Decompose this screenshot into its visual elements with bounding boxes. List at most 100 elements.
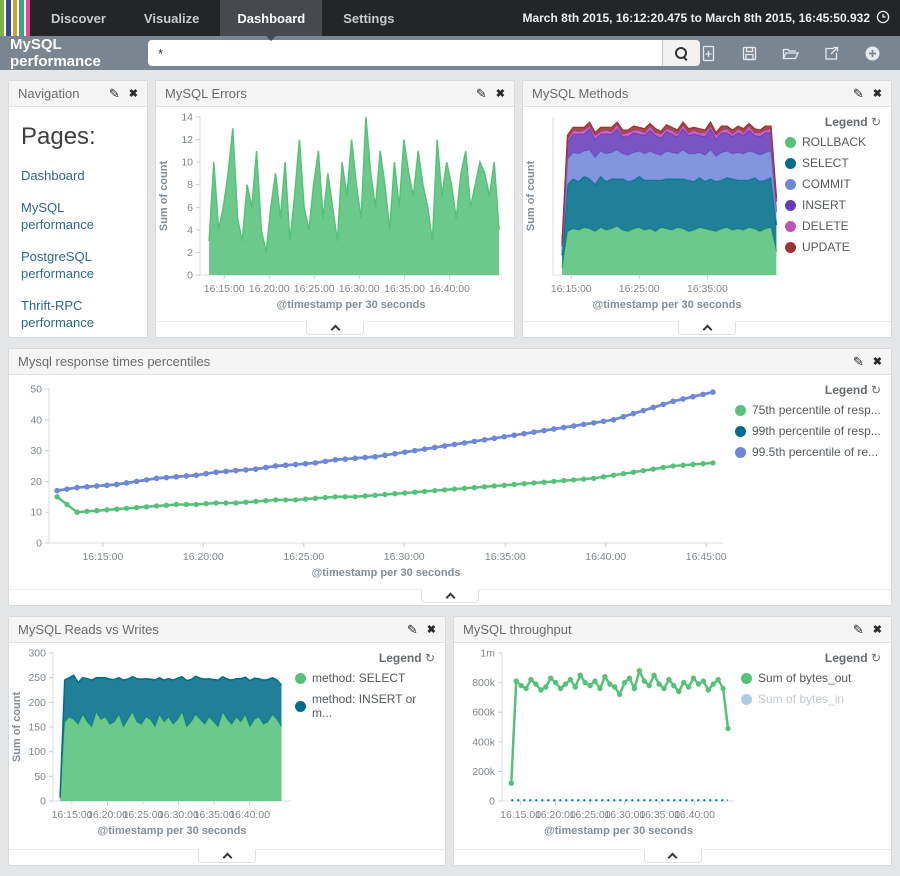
panel-footer bbox=[454, 849, 891, 865]
svg-text:16:40:00: 16:40:00 bbox=[585, 551, 626, 563]
edit-icon[interactable]: ✎ bbox=[407, 622, 418, 638]
nav-tab-label: Dashboard bbox=[237, 11, 305, 26]
page-link-dashboard[interactable]: Dashboard bbox=[21, 167, 135, 185]
close-icon[interactable]: ✖ bbox=[873, 355, 882, 368]
svg-text:16:20:00: 16:20:00 bbox=[183, 551, 224, 563]
legend-dot bbox=[785, 158, 796, 169]
legend-dot bbox=[785, 179, 796, 190]
legend-item[interactable]: 99th percentile of resp... bbox=[735, 424, 881, 438]
svg-text:600k: 600k bbox=[472, 707, 496, 719]
nav-tab-discover[interactable]: Discover bbox=[34, 0, 123, 36]
legend-item[interactable]: COMMIT bbox=[785, 177, 881, 191]
legend-header[interactable]: Legend ↻ bbox=[295, 651, 435, 665]
svg-text:16:35:00: 16:35:00 bbox=[687, 283, 728, 295]
panel-header: Navigation ✎ ✖ bbox=[9, 81, 147, 107]
navigation-content: Pages: Dashboard MySQL performance Postg… bbox=[9, 107, 147, 362]
edit-icon[interactable]: ✎ bbox=[109, 86, 120, 102]
top-navbar: Discover Visualize Dashboard Settings Ma… bbox=[0, 0, 900, 36]
pages-heading: Pages: bbox=[21, 123, 135, 151]
collapse-button[interactable] bbox=[198, 849, 256, 863]
new-dashboard-icon[interactable] bbox=[700, 45, 717, 62]
legend-label: SELECT bbox=[802, 156, 849, 170]
share-dashboard-icon[interactable] bbox=[823, 45, 840, 62]
edit-icon[interactable]: ✎ bbox=[853, 86, 864, 102]
time-range-picker[interactable]: March 8th 2015, 16:12:20.475 to March 8t… bbox=[522, 0, 900, 36]
legend-item[interactable]: UPDATE bbox=[785, 240, 881, 254]
panel-header: MySQL Reads vs Writes ✎ ✖ bbox=[9, 617, 445, 643]
panel-title: Navigation bbox=[18, 86, 79, 101]
svg-text:16:25:00: 16:25:00 bbox=[619, 283, 660, 295]
svg-text:200: 200 bbox=[28, 697, 46, 709]
legend-item[interactable]: 99.5th percentile of re... bbox=[735, 445, 881, 459]
legend-response-percentiles: Legend ↻ 75th percentile of resp... 99th p… bbox=[735, 375, 891, 589]
svg-text:16:20:00: 16:20:00 bbox=[249, 283, 290, 295]
close-icon[interactable]: ✖ bbox=[873, 87, 882, 100]
edit-icon[interactable]: ✎ bbox=[853, 354, 864, 370]
legend-dot bbox=[295, 701, 306, 712]
svg-text:Sum of count: Sum of count bbox=[525, 161, 537, 232]
legend-label: 99th percentile of resp... bbox=[752, 424, 881, 438]
svg-text:300: 300 bbox=[28, 648, 46, 660]
svg-text:Sum of count: Sum of count bbox=[11, 692, 23, 763]
page-link-postgresql-performance[interactable]: PostgreSQL performance bbox=[21, 248, 135, 283]
legend-item[interactable]: Sum of bytes_out bbox=[741, 671, 881, 685]
close-icon[interactable]: ✖ bbox=[129, 87, 138, 100]
chevron-up-icon bbox=[445, 593, 455, 603]
legend-label: method: SELECT bbox=[312, 671, 405, 685]
nav-tab-dashboard[interactable]: Dashboard bbox=[220, 0, 322, 36]
close-icon[interactable]: ✖ bbox=[496, 87, 505, 100]
legend-label: COMMIT bbox=[802, 177, 851, 191]
legend-header[interactable]: Legend ↻ bbox=[735, 383, 881, 397]
svg-text:16:25:00: 16:25:00 bbox=[294, 283, 335, 295]
legend-dot bbox=[785, 137, 796, 148]
svg-text:16:40:00: 16:40:00 bbox=[674, 809, 715, 821]
search-button[interactable] bbox=[662, 40, 700, 66]
legend-header[interactable]: Legend ↻ bbox=[785, 115, 881, 129]
svg-text:200k: 200k bbox=[472, 766, 496, 778]
legend-item[interactable]: method: INSERT or m... bbox=[295, 692, 435, 720]
legend-mysql-methods: Legend ↻ ROLLBACK SELECT COMMIT INSERT DELETE… bbox=[785, 107, 891, 321]
nav-tab-visualize[interactable]: Visualize bbox=[127, 0, 216, 36]
edit-icon[interactable]: ✎ bbox=[853, 622, 864, 638]
legend-label: INSERT bbox=[802, 198, 846, 212]
load-dashboard-icon[interactable] bbox=[782, 45, 799, 62]
save-dashboard-icon[interactable] bbox=[741, 45, 758, 62]
close-icon[interactable]: ✖ bbox=[873, 623, 882, 636]
search-bar bbox=[148, 40, 700, 66]
svg-text:14: 14 bbox=[181, 112, 193, 124]
clock-icon bbox=[876, 10, 890, 27]
legend-item[interactable]: method: SELECT bbox=[295, 671, 435, 685]
dashboard-toolbar: MySQL performance bbox=[0, 36, 900, 70]
nav-tab-settings[interactable]: Settings bbox=[326, 0, 411, 36]
legend-item[interactable]: 75th percentile of resp... bbox=[735, 403, 881, 417]
svg-text:16:40:00: 16:40:00 bbox=[429, 283, 470, 295]
dashboard-actions bbox=[700, 45, 893, 62]
legend-item[interactable]: DELETE bbox=[785, 219, 881, 233]
chart-mysql-methods: 16:15:0016:25:0016:35:00@timestamp per 3… bbox=[523, 107, 785, 321]
legend-header[interactable]: Legend ↻ bbox=[741, 651, 881, 665]
search-input[interactable] bbox=[148, 40, 662, 66]
chart-response-percentiles: 0102030405016:15:0016:20:0016:25:0016:30… bbox=[9, 375, 735, 589]
page-link-mysql-performance[interactable]: MySQL performance bbox=[21, 199, 135, 234]
edit-icon[interactable]: ✎ bbox=[476, 86, 487, 102]
collapse-button[interactable] bbox=[644, 849, 702, 863]
legend-item[interactable]: INSERT bbox=[785, 198, 881, 212]
panel-header: MySQL throughput ✎ ✖ bbox=[454, 617, 891, 643]
svg-text:10: 10 bbox=[181, 157, 193, 169]
svg-text:@timestamp per 30 seconds: @timestamp per 30 seconds bbox=[277, 299, 426, 311]
page-link-thrift-rpc-performance[interactable]: Thrift-RPC performance bbox=[21, 297, 135, 332]
legend-item[interactable]: SELECT bbox=[785, 156, 881, 170]
close-icon[interactable]: ✖ bbox=[427, 623, 436, 636]
collapse-button[interactable] bbox=[421, 589, 479, 603]
panel-mysql-methods: MySQL Methods ✎ ✖ 16:15:0016:25:0016:35:… bbox=[522, 80, 892, 338]
add-visualization-icon[interactable] bbox=[864, 45, 881, 62]
collapse-button[interactable] bbox=[306, 321, 364, 335]
panel-header: MySQL Errors ✎ ✖ bbox=[156, 81, 514, 107]
panel-footer bbox=[9, 589, 891, 605]
collapse-button[interactable] bbox=[678, 321, 736, 335]
kibana-logo[interactable] bbox=[0, 0, 30, 36]
legend-item[interactable]: ROLLBACK bbox=[785, 135, 881, 149]
legend-item[interactable]: Sum of bytes_in bbox=[741, 692, 881, 706]
legend-dot bbox=[741, 673, 752, 684]
svg-text:@timestamp per 30 seconds: @timestamp per 30 seconds bbox=[544, 825, 693, 837]
